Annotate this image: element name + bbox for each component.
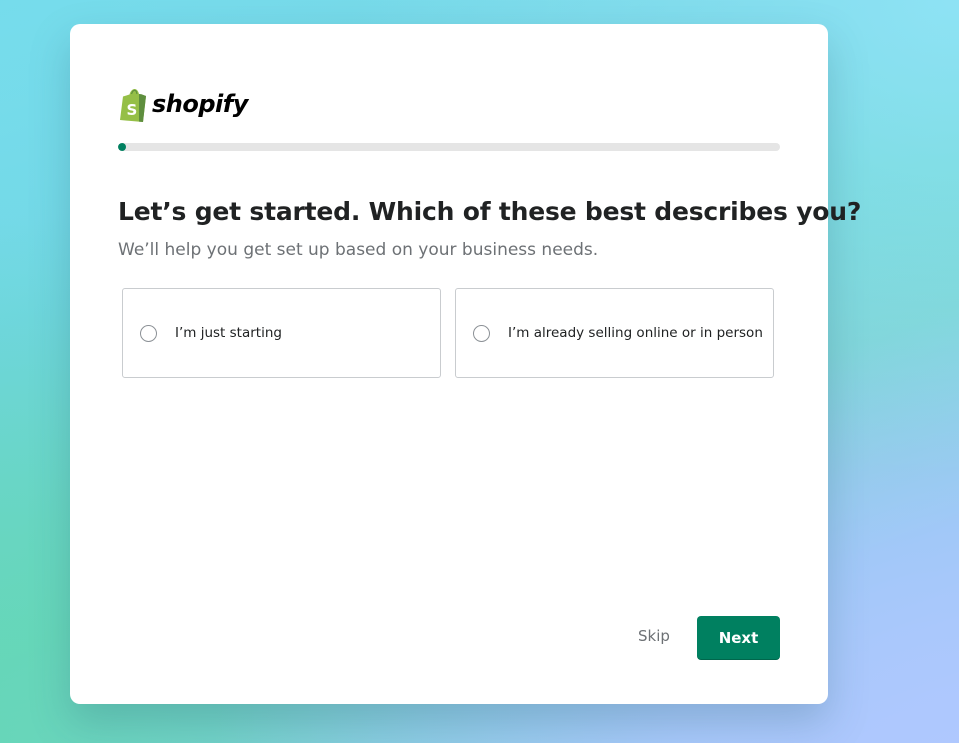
brand-name: shopify (152, 90, 248, 118)
skip-button[interactable]: Skip (638, 627, 670, 645)
page-title: Let’s get started. Which of these best d… (118, 197, 862, 226)
option-already-selling[interactable]: I’m already selling online or in person (455, 288, 774, 378)
radio-unchecked-icon[interactable] (140, 325, 157, 342)
option-label: I’m already selling online or in person (508, 325, 763, 341)
shopify-logo: S shopify (118, 87, 248, 123)
next-button[interactable]: Next (697, 616, 780, 660)
shopify-bag-icon: S (120, 89, 146, 122)
page-subtitle: We’ll help you get set up based on your … (118, 240, 599, 260)
progress-bar (118, 143, 780, 151)
radio-unchecked-icon[interactable] (473, 325, 490, 342)
option-label: I’m just starting (175, 325, 282, 341)
progress-bar-fill (118, 143, 126, 151)
onboarding-card: S shopify Let’s get started. Which of th… (70, 24, 861, 704)
option-just-starting[interactable]: I’m just starting (122, 288, 441, 378)
svg-text:S: S (127, 101, 138, 119)
